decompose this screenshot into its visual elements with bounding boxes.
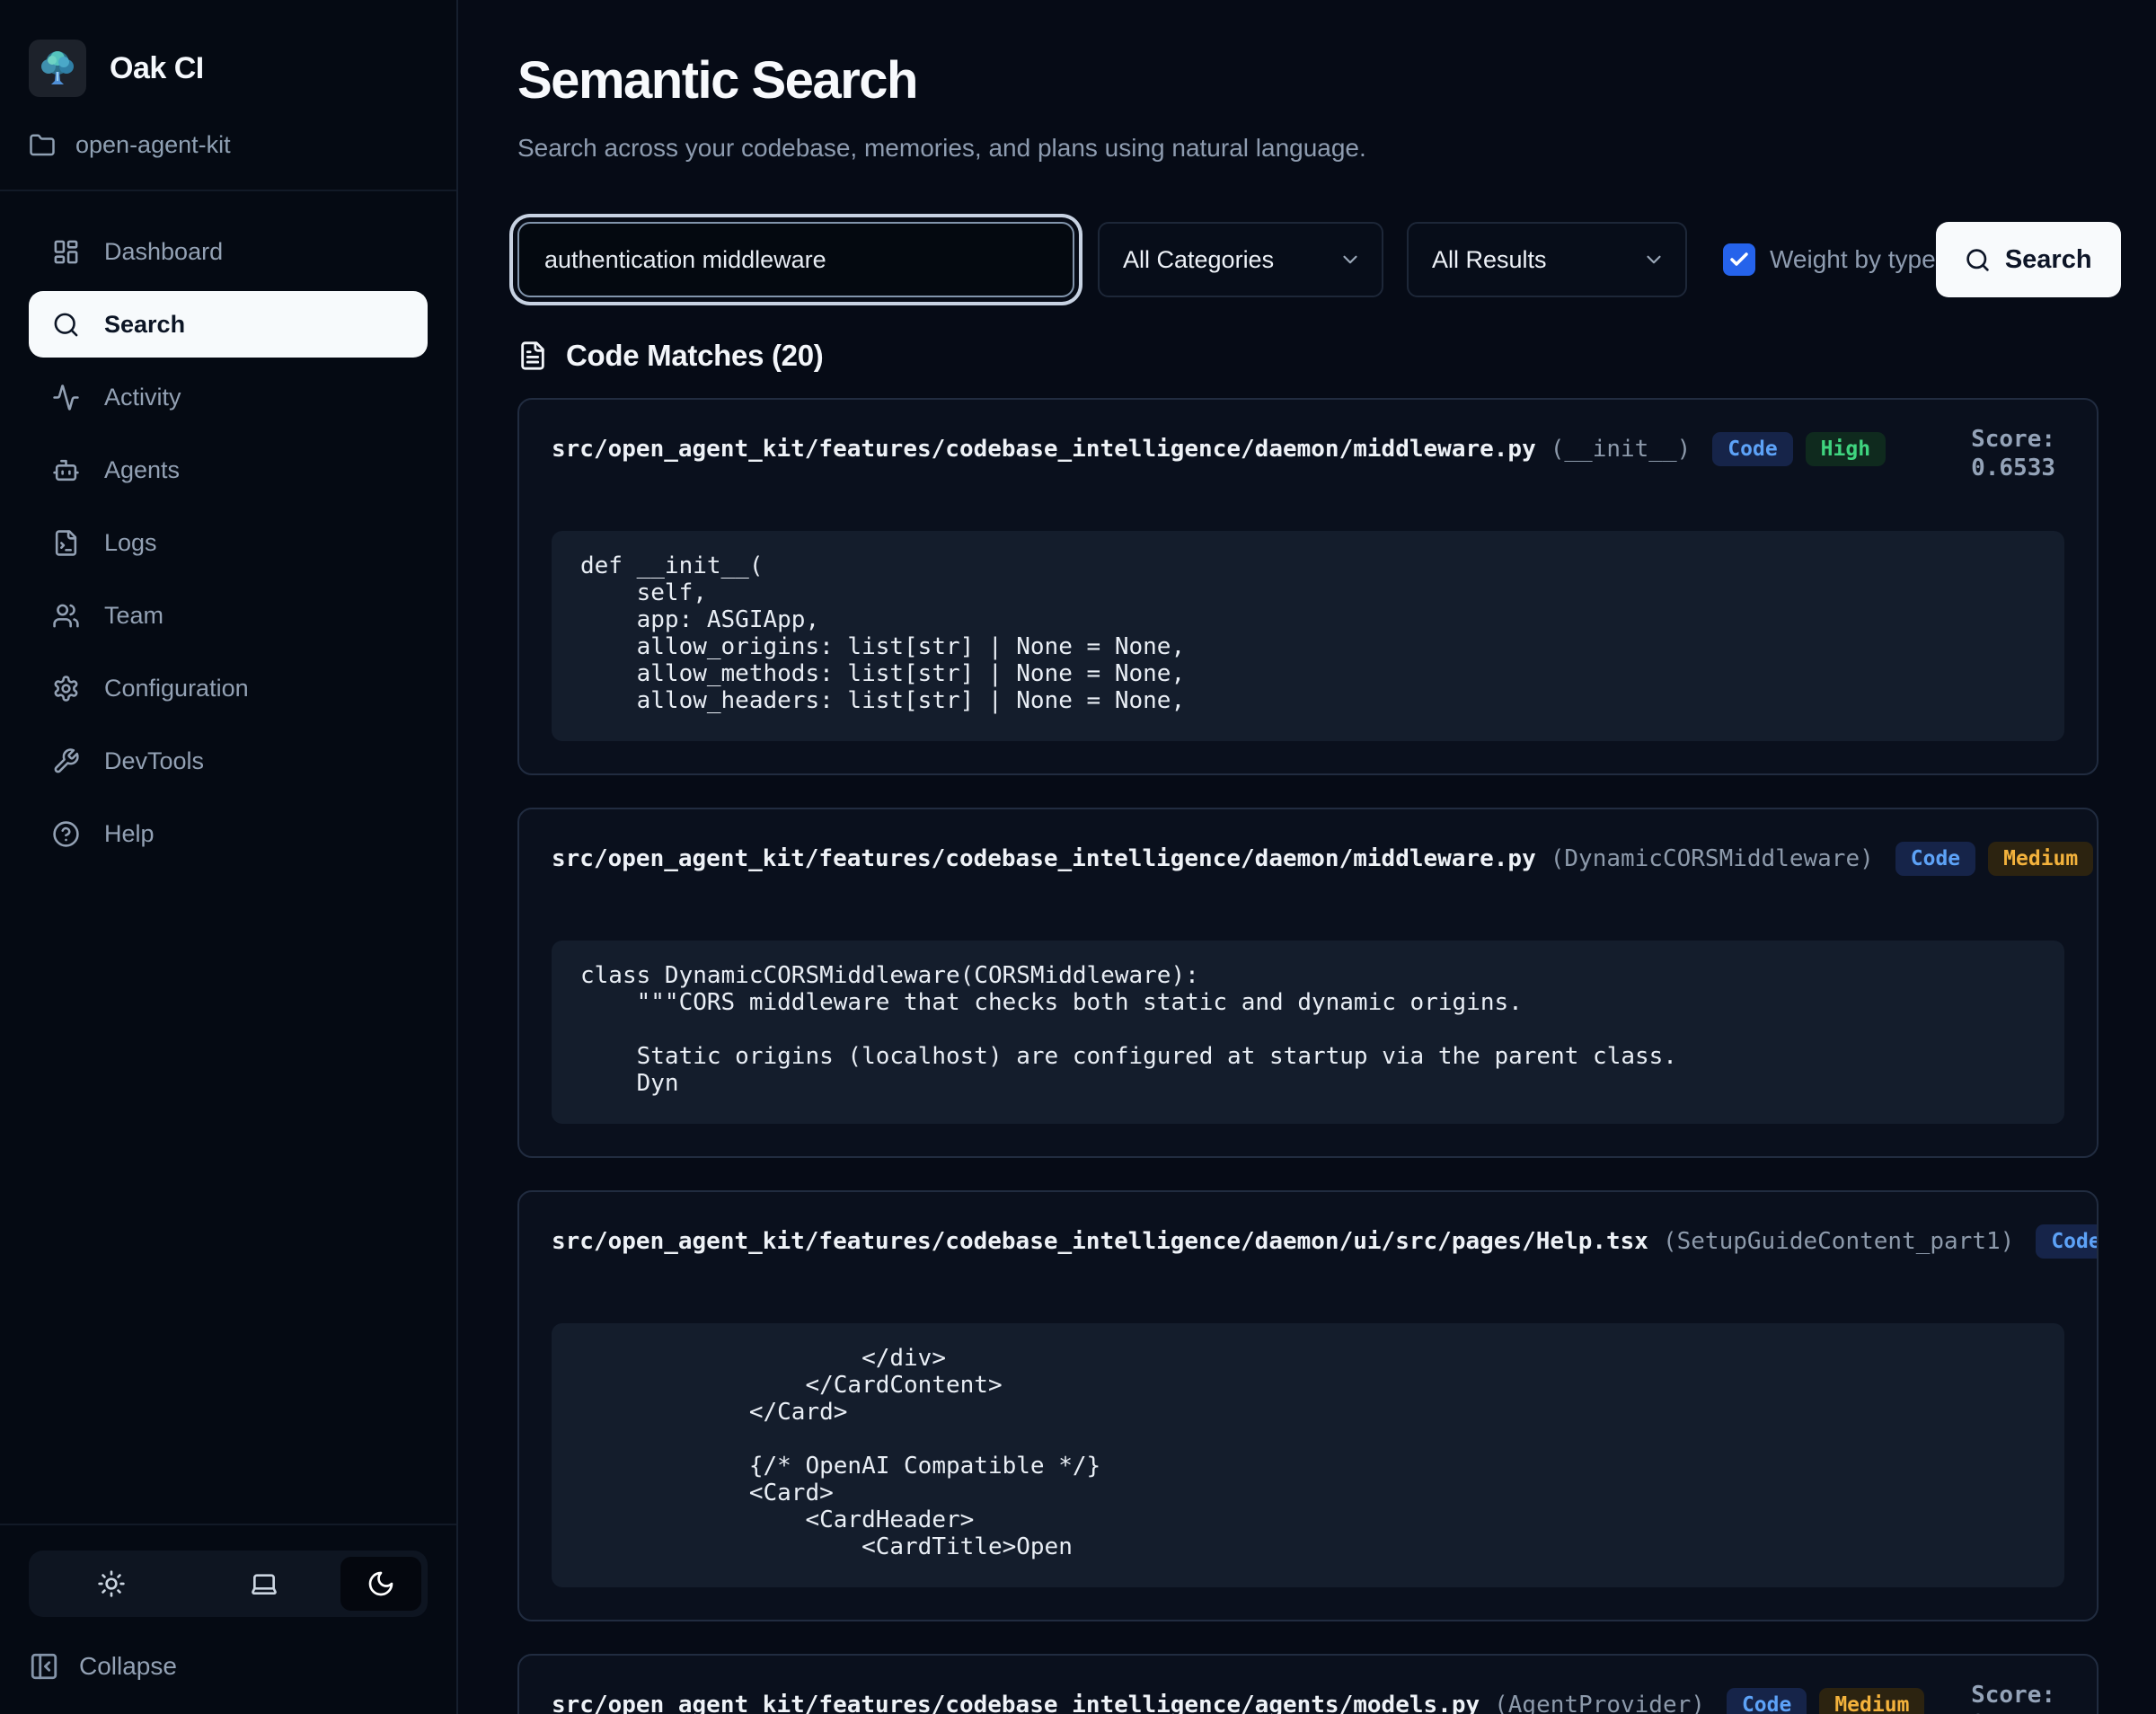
moon-icon — [367, 1569, 395, 1598]
result-card[interactable]: src/open_agent_kit/features/codebase_int… — [517, 398, 2099, 775]
code-matches-heading: Code Matches (20) — [517, 339, 2099, 373]
category-select[interactable]: All Categories — [1098, 222, 1383, 297]
result-path: src/open_agent_kit/features/codebase_int… — [552, 436, 1536, 463]
panel-left-close-icon — [29, 1651, 59, 1682]
weight-checkbox[interactable] — [1723, 243, 1755, 276]
type-badge: Code — [1895, 842, 1975, 876]
results-select-value: All Results — [1432, 246, 1547, 274]
confidence-badge: High — [1806, 432, 1886, 466]
page-subtitle: Search across your codebase, memories, a… — [517, 134, 2099, 163]
sidebar-item-label: Help — [104, 820, 155, 848]
theme-toggle — [29, 1551, 428, 1617]
project-name: open-agent-kit — [75, 131, 231, 159]
theme-dark-button[interactable] — [340, 1557, 421, 1611]
theme-system-button[interactable] — [188, 1557, 340, 1611]
result-header: src/open_agent_kit/features/codebase_int… — [552, 842, 2064, 876]
users-icon — [52, 602, 80, 630]
search-button-label: Search — [2005, 245, 2092, 275]
oak-tree-icon — [34, 45, 81, 92]
results-select[interactable]: All Results — [1407, 222, 1687, 297]
sidebar-header: Oak CI open-agent-kit — [0, 0, 456, 191]
result-score: Score: 0.6533 — [1971, 425, 2055, 482]
sidebar-item-search[interactable]: Search — [29, 291, 428, 358]
file-text-icon — [517, 340, 548, 371]
folder-icon — [29, 132, 56, 159]
result-symbol: (DynamicCORSMiddleware) — [1551, 845, 1874, 872]
result-header: src/open_agent_kit/features/codebase_int… — [552, 432, 2064, 466]
sidebar-item-configuration[interactable]: Configuration — [29, 655, 428, 721]
result-card[interactable]: src/open_agent_kit/features/codebase_int… — [517, 1190, 2099, 1621]
result-card[interactable]: src/open_agent_kit/features/codebase_int… — [517, 1654, 2099, 1714]
category-select-value: All Categories — [1123, 246, 1274, 274]
result-path: src/open_agent_kit/features/codebase_int… — [552, 1692, 1480, 1714]
code-snippet: def __init__( self, app: ASGIApp, allow_… — [552, 531, 2064, 741]
search-controls: All Categories All Results Weight by typ… — [517, 222, 2099, 297]
result-header: src/open_agent_kit/features/codebase_int… — [552, 1224, 2064, 1259]
result-path: src/open_agent_kit/features/codebase_int… — [552, 1228, 1648, 1255]
sidebar-item-label: Agents — [104, 456, 180, 484]
chevron-down-icon — [1642, 248, 1666, 271]
sidebar-item-label: Activity — [104, 384, 181, 411]
result-symbol: (SetupGuideContent_part1) — [1663, 1228, 2014, 1255]
result-path: src/open_agent_kit/features/codebase_int… — [552, 845, 1536, 872]
sidebar-item-label: Search — [104, 311, 185, 339]
collapse-button[interactable]: Collapse — [29, 1651, 428, 1682]
help-circle-icon — [52, 820, 80, 848]
laptop-icon — [250, 1569, 278, 1598]
main-content: Semantic Search Search across your codeb… — [460, 0, 2156, 1714]
sidebar: Oak CI open-agent-kit Dashboard Search A… — [0, 0, 458, 1714]
result-symbol: (__init__) — [1551, 436, 1692, 463]
type-badge: Code — [1727, 1688, 1807, 1714]
sun-icon — [97, 1569, 126, 1598]
type-badge: Code — [2036, 1224, 2099, 1259]
sidebar-item-activity[interactable]: Activity — [29, 364, 428, 430]
check-icon — [1728, 249, 1750, 270]
sidebar-item-team[interactable]: Team — [29, 582, 428, 649]
confidence-badge: Medium — [1819, 1688, 1924, 1714]
search-icon — [1965, 247, 1991, 273]
code-snippet: </div> </CardContent> </Card> {/* OpenAI… — [552, 1323, 2064, 1587]
sidebar-item-agents[interactable]: Agents — [29, 437, 428, 503]
app-logo — [29, 40, 86, 97]
type-badge: Code — [1712, 432, 1792, 466]
chevron-down-icon — [1339, 248, 1362, 271]
sidebar-item-devtools[interactable]: DevTools — [29, 728, 428, 794]
result-symbol: (AgentProvider) — [1494, 1692, 1705, 1714]
confidence-badge: Medium — [1988, 842, 2093, 876]
sidebar-item-help[interactable]: Help — [29, 800, 428, 867]
sidebar-item-label: Team — [104, 602, 163, 630]
sidebar-item-label: Logs — [104, 529, 157, 557]
sidebar-item-label: Configuration — [104, 675, 249, 702]
section-title: Code Matches (20) — [566, 339, 823, 373]
result-card[interactable]: src/open_agent_kit/features/codebase_int… — [517, 808, 2099, 1158]
weight-by-type-toggle: Weight by type — [1723, 243, 1936, 276]
dashboard-icon — [52, 238, 80, 266]
sidebar-item-logs[interactable]: Logs — [29, 509, 428, 576]
sidebar-footer: Collapse — [0, 1524, 456, 1714]
search-button[interactable]: Search — [1936, 222, 2121, 297]
weight-label: Weight by type — [1770, 245, 1936, 274]
wrench-icon — [52, 747, 80, 775]
theme-light-button[interactable] — [35, 1557, 188, 1611]
page-title: Semantic Search — [517, 50, 2099, 110]
sidebar-item-dashboard[interactable]: Dashboard — [29, 218, 428, 285]
sidebar-item-label: DevTools — [104, 747, 204, 775]
sidebar-item-label: Dashboard — [104, 238, 223, 266]
search-input[interactable] — [517, 222, 1074, 297]
activity-icon — [52, 384, 80, 411]
project-selector[interactable]: open-agent-kit — [29, 131, 428, 159]
file-terminal-icon — [52, 529, 80, 557]
sidebar-nav: Dashboard Search Activity Agents Logs Te… — [0, 191, 456, 873]
gear-icon — [52, 675, 80, 702]
results-list: src/open_agent_kit/features/codebase_int… — [517, 398, 2099, 1714]
result-score: Score: 0.5455 — [1971, 1681, 2055, 1714]
search-icon — [52, 311, 80, 339]
result-header: src/open_agent_kit/features/codebase_int… — [552, 1688, 2064, 1714]
code-snippet: class DynamicCORSMiddleware(CORSMiddlewa… — [552, 941, 2064, 1124]
app-name: Oak CI — [110, 51, 204, 86]
bot-icon — [52, 456, 80, 484]
collapse-label: Collapse — [79, 1652, 177, 1681]
